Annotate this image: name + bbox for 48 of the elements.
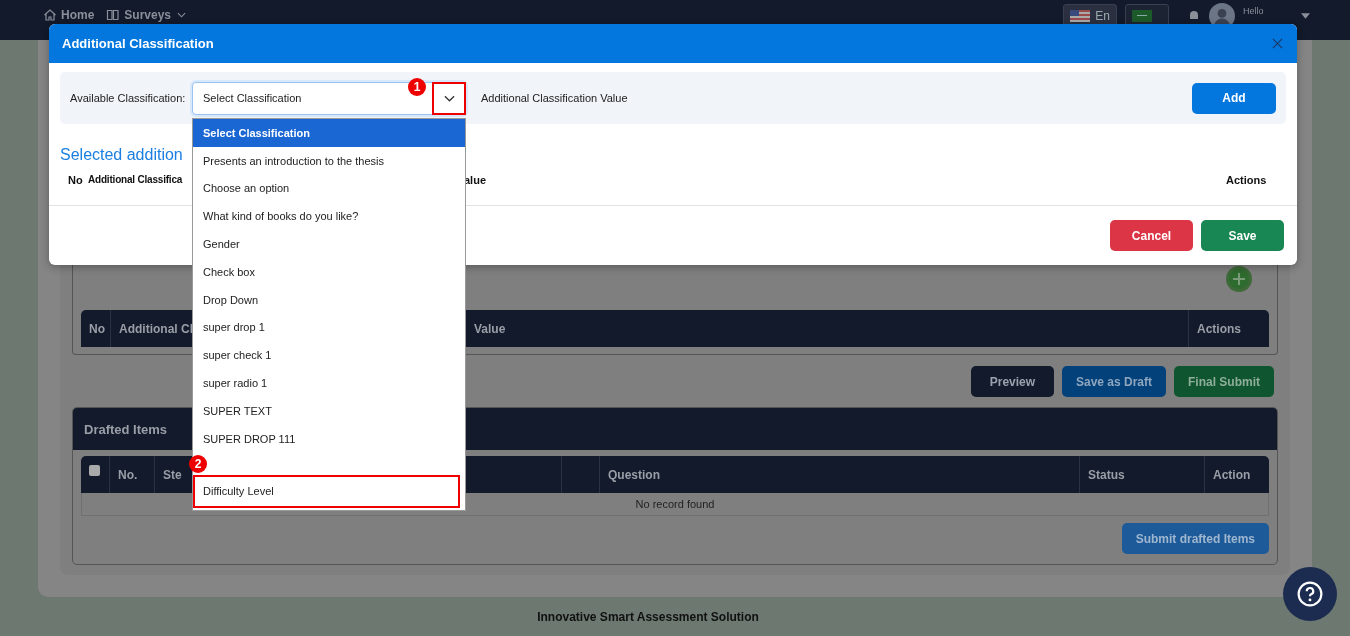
column-header: Actions [1196,320,1242,338]
column-header: Additional Classifica [88,174,183,185]
empty-message: No record found [635,498,715,510]
action-button[interactable]: Preview [970,366,1054,397]
greeting-text: Hello [1243,6,1265,16]
add-button[interactable]: Add [1192,82,1276,114]
dropdown-option[interactable]: Select Classification [193,119,465,147]
flag-icon [1070,10,1091,22]
column-header: No [68,174,83,186]
column-header: Action [1212,466,1252,484]
nav-link[interactable]: Home [61,8,103,22]
add-icon[interactable] [1226,266,1252,292]
dialog-button[interactable]: Save [1201,220,1284,251]
dropdown-option[interactable]: super drop 1 [193,313,465,342]
column-header: No. [110,456,155,493]
nav-link[interactable]: Surveys [124,8,174,22]
field-label: Available Classification: [70,92,187,104]
section-title: Selected addition [60,146,184,164]
action-button[interactable]: Save as Draft [1061,366,1166,397]
dropdown-option[interactable]: super radio 1 [193,369,465,397]
checkbox[interactable] [89,465,100,476]
home-icon [43,8,57,22]
dropdown-option[interactable]: Check box [193,258,465,286]
dropdown-option[interactable]: What kind of books do you like? [193,202,465,231]
dropdown-option[interactable]: Difficulty Level [193,474,460,508]
chevron-down-icon [443,94,455,102]
action-button[interactable]: Final Submit [1174,366,1274,397]
dialog-button[interactable]: Cancel [1110,220,1193,251]
caret-icon[interactable] [1301,13,1310,19]
dropdown-option[interactable]: Presents an introduction to the thesis [193,146,465,175]
close-icon[interactable] [1272,38,1283,49]
field-label: Additional Classification Value [481,92,629,104]
help-icon [1297,581,1323,607]
book-icon [106,8,121,22]
help-button[interactable] [1283,567,1337,621]
footer-text: Innovative Smart Assessment Solution [537,609,759,624]
flag-icon [1132,10,1152,22]
chevron-down-icon [177,12,187,18]
column-header: No [81,310,111,347]
column-header: Question [600,456,1080,493]
dropdown-option[interactable]: Gender [193,230,465,258]
column-header: Status [1080,456,1205,493]
dropdown-option[interactable]: SUPER TEXT [193,396,465,425]
dropdown-option[interactable]: SUPER DROP 111 [193,424,465,453]
panel-title: Drafted Items [84,421,168,437]
dropdown-option[interactable]: Choose an option [193,174,465,203]
column-header: Actions [1226,174,1267,186]
modal-title: Additional Classification [62,36,214,51]
